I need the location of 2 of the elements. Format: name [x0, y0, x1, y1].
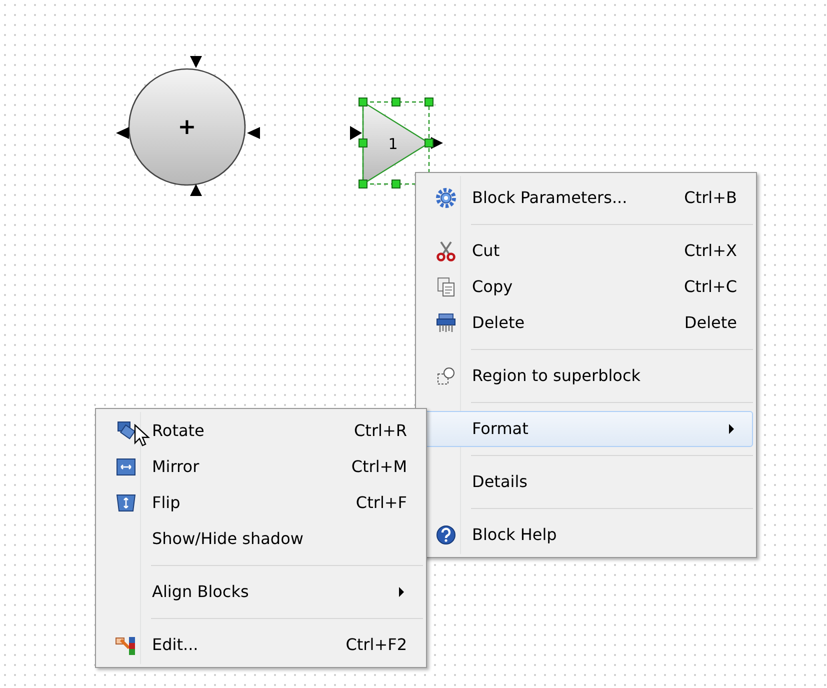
block-label: 1 [388, 135, 398, 153]
block-label: + [178, 115, 196, 140]
